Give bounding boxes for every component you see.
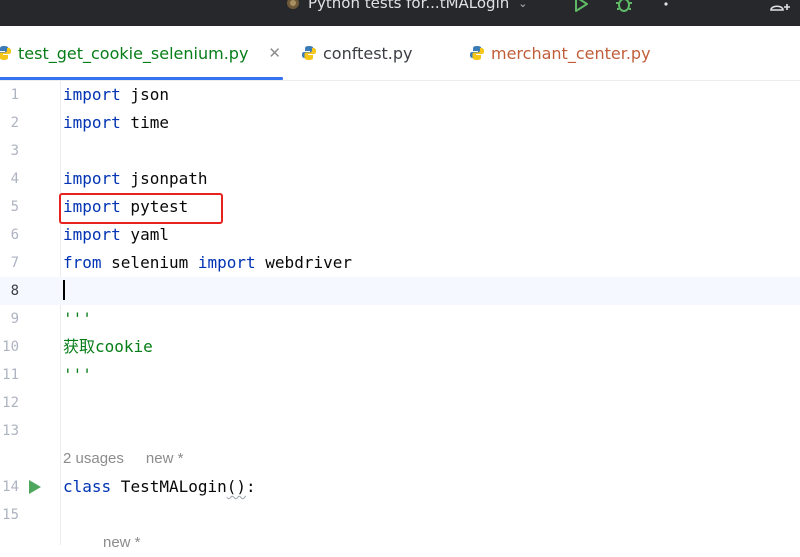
python-file-icon	[0, 46, 11, 60]
python-file-icon	[302, 46, 316, 60]
line-number: 7	[10, 255, 19, 271]
debug-icon	[616, 0, 632, 12]
add-user-button[interactable]	[768, 0, 790, 14]
keyword: import	[63, 225, 121, 244]
run-test-gutter-icon[interactable]	[29, 480, 41, 494]
more-icon	[664, 2, 668, 6]
string-literal: '''	[63, 309, 92, 328]
identifier: time	[120, 113, 169, 132]
more-actions-button[interactable]	[655, 0, 677, 14]
code-vision-hint[interactable]: new *	[103, 529, 163, 557]
code-line[interactable]: 12	[0, 389, 800, 417]
run-icon	[575, 0, 588, 12]
keyword: class	[63, 477, 112, 496]
tab-test-get-cookie-selenium[interactable]: test_get_cookie_selenium.py ✕	[0, 26, 283, 80]
line-number: 9	[10, 311, 19, 327]
keyword: import	[197, 253, 256, 272]
tab-conftest[interactable]: conftest.py	[301, 26, 413, 80]
line-number: 6	[10, 227, 19, 243]
line-number: 5	[10, 199, 19, 215]
code-line[interactable]: 7 from selenium import webdriver	[0, 249, 800, 277]
keyword: import	[63, 85, 121, 104]
author-hint[interactable]: new *	[103, 534, 141, 551]
code-line[interactable]: 4 import jsonpath	[0, 165, 800, 193]
line-number: 4	[10, 171, 19, 187]
colon: :	[246, 477, 256, 496]
keyword: from	[63, 253, 102, 272]
code-editor[interactable]: 1 import json 2 import time 3 4 import j…	[0, 81, 800, 551]
run-configuration-selector[interactable]: Python tests for...tMALogin ⌄	[285, 0, 527, 13]
identifier: yaml	[120, 225, 169, 244]
code-line[interactable]: 3	[0, 137, 800, 165]
title-toolbar: Python tests for...tMALogin ⌄	[0, 0, 800, 26]
identifier: webdriver	[255, 253, 352, 272]
run-configuration-label: Python tests for...tMALogin	[308, 0, 510, 12]
code-line[interactable]: 14 class TestMALogin():	[0, 473, 800, 501]
debug-button[interactable]	[613, 0, 635, 14]
string-literal: 获取cookie	[63, 337, 153, 356]
annotation-highlight-box	[59, 193, 223, 224]
line-number: 8	[10, 283, 19, 299]
author-hint[interactable]: new *	[146, 450, 184, 467]
code-line[interactable]: 15	[0, 501, 800, 529]
code-vision-hint[interactable]: 2 usages new *	[63, 445, 205, 473]
line-number: 10	[2, 339, 19, 355]
line-number: 1	[10, 87, 19, 103]
editor-tab-bar: test_get_cookie_selenium.py ✕ conftest.p…	[0, 26, 800, 81]
python-config-icon	[287, 0, 299, 9]
tab-label: test_get_cookie_selenium.py	[18, 43, 249, 63]
chevron-down-icon: ⌄	[518, 0, 528, 10]
keyword: import	[63, 113, 121, 132]
line-number: 15	[2, 507, 19, 523]
tab-label: conftest.py	[323, 43, 413, 63]
code-line[interactable]: 11 '''	[0, 361, 800, 389]
identifier: json	[120, 85, 169, 104]
current-code-line[interactable]: 8	[0, 277, 800, 305]
add-user-icon	[770, 4, 790, 11]
code-line[interactable]: 10 获取cookie	[0, 333, 800, 361]
usages-hint[interactable]: 2 usages	[63, 450, 124, 467]
text-caret	[63, 280, 65, 300]
line-number: 13	[2, 423, 19, 439]
code-line[interactable]: 9 '''	[0, 305, 800, 333]
close-tab-icon[interactable]: ✕	[268, 44, 281, 62]
keyword: import	[63, 169, 121, 188]
python-file-icon	[470, 46, 484, 60]
string-literal: '''	[63, 365, 92, 384]
line-number: 12	[2, 395, 19, 411]
identifier: jsonpath	[120, 169, 208, 188]
identifier: selenium	[101, 253, 198, 272]
class-name: TestMALogin	[111, 477, 227, 496]
tab-merchant-center[interactable]: merchant_center.py	[469, 26, 651, 80]
code-line[interactable]: 1 import json	[0, 81, 800, 109]
run-button[interactable]	[570, 0, 592, 14]
line-number: 2	[10, 115, 19, 131]
parentheses: ()	[226, 477, 247, 496]
line-number: 3	[10, 143, 19, 159]
tab-label: merchant_center.py	[491, 43, 651, 63]
line-number: 14	[2, 479, 19, 495]
code-line[interactable]: 6 import yaml	[0, 221, 800, 249]
line-number: 11	[2, 367, 19, 383]
code-line[interactable]: 2 import time	[0, 109, 800, 137]
code-line[interactable]: 13	[0, 417, 800, 445]
